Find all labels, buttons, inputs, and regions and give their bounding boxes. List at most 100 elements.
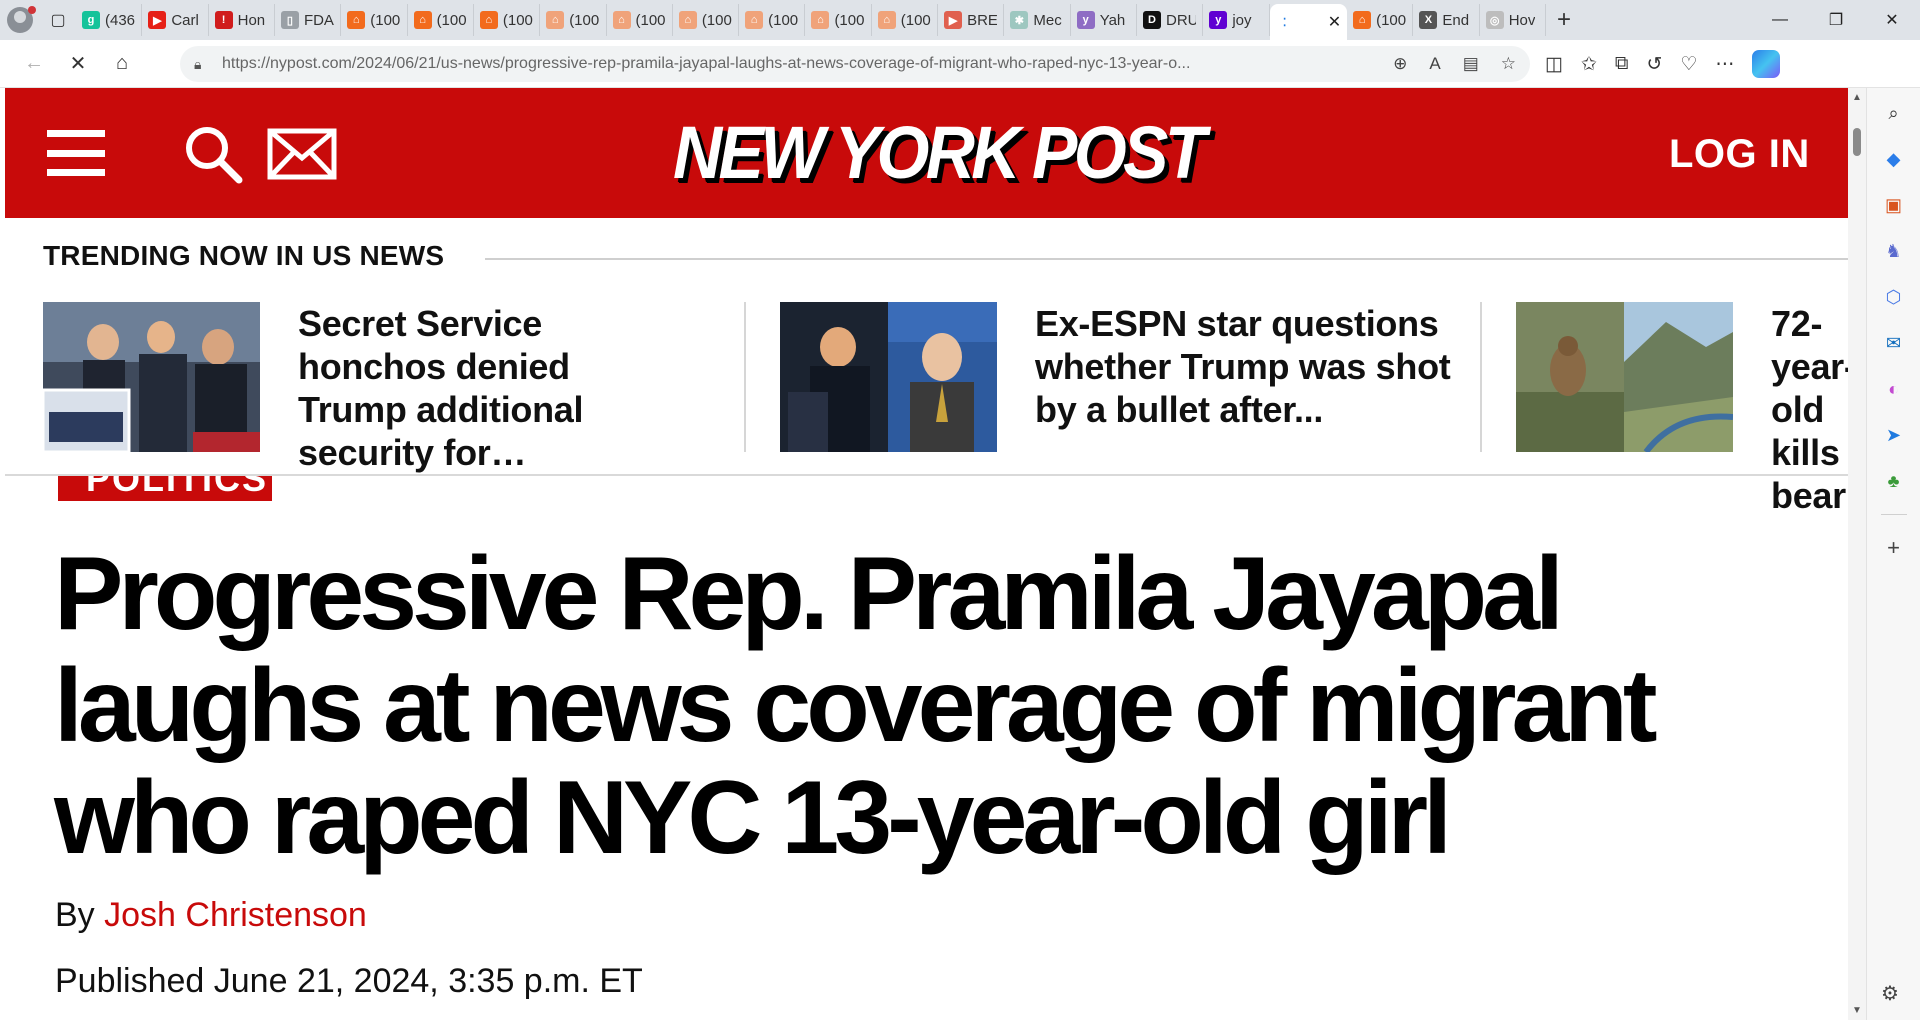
stop-loading-icon[interactable]: ✕: [56, 44, 100, 84]
zoom-icon[interactable]: ⊕: [1393, 54, 1407, 74]
tab-favicon-icon: ▶: [944, 11, 963, 29]
favorite-star-icon[interactable]: ☆: [1501, 54, 1516, 74]
login-link[interactable]: LOG IN: [1669, 132, 1810, 177]
trending-title: TRENDING NOW IN US NEWS: [43, 240, 445, 271]
trending-headline-1[interactable]: Secret Service honchos denied Trump addi…: [298, 302, 638, 474]
search-icon[interactable]: [183, 124, 245, 184]
browser-tab[interactable]: ▶ Carl: [142, 4, 209, 36]
tools-briefcase-icon[interactable]: ▣: [1881, 192, 1907, 218]
tab-title: (100: [370, 11, 401, 29]
read-aloud-icon[interactable]: A: [1429, 54, 1440, 74]
tree-icon[interactable]: ♣: [1881, 468, 1907, 494]
tab-title: (100: [436, 11, 467, 29]
minimize-icon[interactable]: —: [1752, 0, 1808, 40]
byline-prefix: By: [55, 896, 95, 934]
add-icon[interactable]: +: [1881, 535, 1907, 561]
mail-icon[interactable]: [267, 128, 337, 180]
tab-favicon-icon: g: [82, 11, 100, 29]
browser-tab[interactable]: y Yah: [1071, 4, 1137, 36]
immersive-reader-icon[interactable]: ▤: [1463, 54, 1479, 74]
tab-favicon-icon: ⌂: [877, 11, 896, 29]
scroll-down-icon[interactable]: ▼: [1852, 1005, 1862, 1016]
browser-tab[interactable]: ⌂ (100: [1347, 4, 1414, 36]
window-controls: — ❐ ✕: [1752, 0, 1920, 40]
browser-tab[interactable]: ✱ Mec: [1004, 4, 1071, 36]
browser-tab[interactable]: ⌂ (100: [739, 4, 806, 36]
profile-avatar[interactable]: [0, 0, 40, 40]
tab-actions-icon[interactable]: ▢: [40, 0, 76, 40]
page-scrollbar[interactable]: ▲ ▼: [1848, 88, 1866, 1020]
browser-tab[interactable]: ⌂ (100: [540, 4, 607, 36]
trending-thumbnail-2[interactable]: [780, 302, 997, 452]
tab-favicon-icon: ⁚: [1282, 16, 1287, 29]
site-logo[interactable]: NEW YORK POST: [673, 110, 1206, 195]
url-field[interactable]: 🔒︎ https://nypost.com/2024/06/21/us-news…: [180, 46, 1530, 82]
tab-favicon-icon: D: [1143, 11, 1161, 29]
tab-favicon-icon: ⌂: [546, 11, 565, 29]
back-icon[interactable]: ←: [12, 44, 56, 84]
tab-favicon-icon: ⌂: [347, 11, 366, 29]
category-tag[interactable]: POLITICS: [58, 476, 272, 501]
browser-tab[interactable]: y joy: [1203, 4, 1270, 36]
home-icon[interactable]: ⌂: [100, 44, 144, 84]
tab-favicon-icon: ⌂: [479, 11, 498, 29]
copilot-icon[interactable]: [1752, 50, 1781, 78]
restore-icon[interactable]: ❐: [1808, 0, 1864, 40]
collections-icon[interactable]: ⧉: [1615, 53, 1629, 75]
browser-tab[interactable]: ⌂ (100: [408, 4, 474, 36]
new-tab-icon[interactable]: +: [1546, 0, 1582, 40]
browser-tab[interactable]: ⌂ (100: [341, 4, 408, 36]
browser-tab[interactable]: ⌂ (100: [607, 4, 673, 36]
tab-title: (100: [502, 11, 533, 29]
author-link[interactable]: Josh Christenson: [104, 896, 367, 934]
tab-title: FDA: [303, 11, 334, 29]
send-icon[interactable]: ➤: [1881, 422, 1907, 448]
outlook-icon[interactable]: ✉: [1881, 330, 1907, 356]
browser-essentials-icon[interactable]: ♡: [1680, 53, 1697, 76]
browser-tab[interactable]: ⌂ (100: [474, 4, 541, 36]
history-icon[interactable]: ↺: [1646, 53, 1662, 76]
trending-thumbnail-1[interactable]: [43, 302, 260, 452]
browser-tab[interactable]: D DRU: [1137, 4, 1204, 36]
browser-tab[interactable]: ! Hon: [209, 4, 275, 36]
browser-tab[interactable]: ⁚ ✕: [1269, 4, 1348, 40]
browser-tab[interactable]: g (436: [76, 4, 143, 36]
tab-favicon-icon: X: [1419, 11, 1438, 29]
microsoft-365-icon[interactable]: ⬡: [1881, 284, 1907, 310]
browser-tab[interactable]: ▶ BRE: [938, 4, 1005, 36]
trending-headline-3[interactable]: 72-year-old kills bear: [1771, 302, 1848, 517]
search-icon[interactable]: ⌕: [1881, 100, 1907, 126]
browser-tab[interactable]: ▯ FDA: [275, 4, 342, 36]
settings-gear-icon[interactable]: ⚙: [1881, 981, 1899, 1006]
games-chess-icon[interactable]: ♞: [1881, 238, 1907, 264]
trending-thumbnail-3[interactable]: [1516, 302, 1733, 452]
split-screen-icon[interactable]: ◫: [1545, 53, 1563, 76]
browser-tab[interactable]: X End: [1413, 4, 1480, 36]
more-menu-icon[interactable]: ⋯: [1715, 53, 1734, 76]
tab-close-icon[interactable]: ✕: [1328, 12, 1341, 32]
tab-favicon-icon: ⌂: [745, 11, 764, 29]
designer-icon[interactable]: ◐: [1881, 376, 1907, 402]
tab-strip: g (436 ▶ Carl! Hon ▯ FDA ⌂ (100 ⌂ (100 ⌂ (100 ⌂ (100 ⌂(…: [76, 0, 1546, 40]
tab-favicon-icon: ◎: [1485, 11, 1504, 29]
favorites-icon[interactable]: ✩: [1581, 53, 1597, 76]
tab-favicon-icon: ✱: [1010, 11, 1029, 29]
browser-tab[interactable]: ◎ Hov: [1480, 4, 1546, 36]
trending-headline-2[interactable]: Ex-ESPN star questions whether Trump was…: [1035, 302, 1455, 431]
tab-title: Yah: [1099, 11, 1126, 29]
tab-title: (436: [105, 11, 136, 29]
published-date: Published June 21, 2024, 3:35 p.m. ET: [55, 962, 643, 1000]
tab-title: (100: [635, 11, 666, 29]
scroll-up-icon[interactable]: ▲: [1852, 92, 1862, 103]
browser-tab[interactable]: ⌂ (100: [673, 4, 740, 36]
tab-title: (100: [1376, 11, 1407, 29]
browser-tab[interactable]: ⌂ (100: [805, 4, 872, 36]
category-label: POLITICS: [86, 476, 269, 499]
browser-tab[interactable]: ⌂ (100: [872, 4, 939, 36]
close-window-icon[interactable]: ✕: [1864, 0, 1920, 40]
tab-favicon-icon: ▯: [280, 11, 299, 29]
shopping-tag-icon[interactable]: ◆: [1881, 146, 1907, 172]
menu-icon[interactable]: [47, 130, 105, 176]
browser-tab-bar: ▢ g (436 ▶ Carl! Hon ▯ FDA ⌂ (100 ⌂ (100 ⌂ (100 ⌂ (100…: [0, 0, 1920, 40]
scroll-thumb[interactable]: [1853, 128, 1861, 156]
